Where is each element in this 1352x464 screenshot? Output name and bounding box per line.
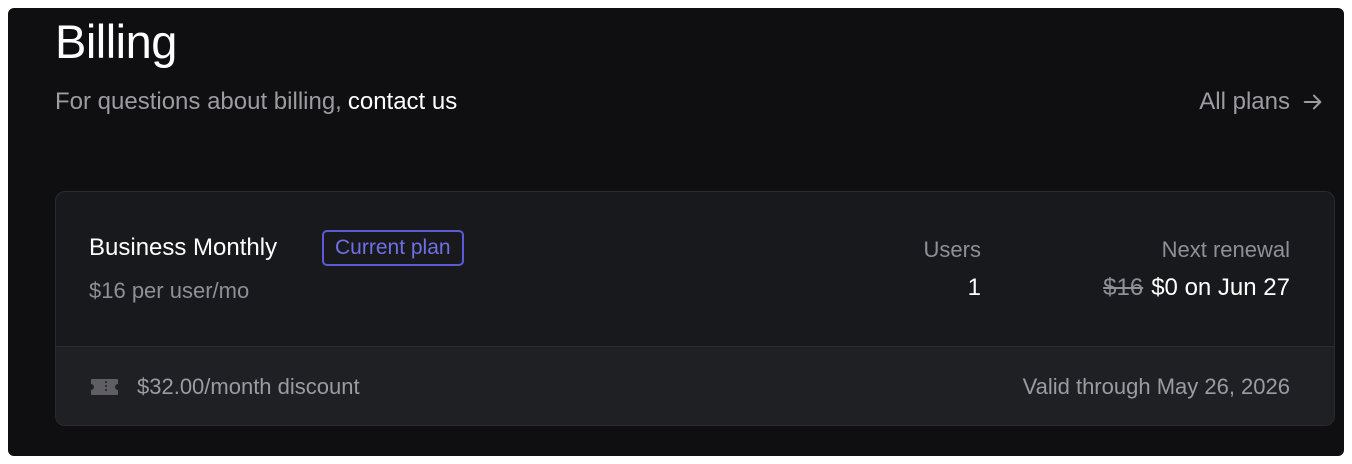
next-renewal-label: Next renewal: [1161, 237, 1290, 262]
contact-us-link[interactable]: contact us: [348, 88, 457, 115]
subtitle-text: For questions about billing,: [55, 88, 342, 115]
plan-name: Business Monthly: [89, 234, 278, 261]
current-plan-badge: Current plan: [322, 230, 464, 266]
next-renewal-value: $16 $0 on Jun 27: [1103, 274, 1290, 302]
renewal-new-price: $0 on Jun 27: [1151, 274, 1290, 301]
all-plans-link[interactable]: All plans: [1199, 88, 1324, 116]
billing-subtitle: For questions about billing, contact us: [55, 88, 457, 116]
all-plans-label: All plans: [1199, 88, 1290, 115]
discount-valid-date: Valid through May 26, 2026: [1022, 374, 1290, 399]
users-value: 1: [967, 274, 981, 301]
discount-row: $32.00/month discount Valid through May …: [56, 346, 1334, 425]
ticket-icon: [91, 379, 118, 395]
arrow-right-icon: [1303, 94, 1322, 110]
billing-panel: Billing For questions about billing, cont…: [8, 8, 1344, 456]
renewal-old-price: $16: [1103, 274, 1144, 301]
page-title: Billing: [55, 15, 177, 68]
plan-summary: Business Monthly Current plan $16 per us…: [56, 192, 1334, 346]
plan-price: $16 per user/mo: [89, 278, 250, 303]
users-label: Users: [923, 237, 981, 262]
plan-card: Business Monthly Current plan $16 per us…: [55, 191, 1335, 426]
discount-text: $32.00/month discount: [137, 374, 360, 399]
